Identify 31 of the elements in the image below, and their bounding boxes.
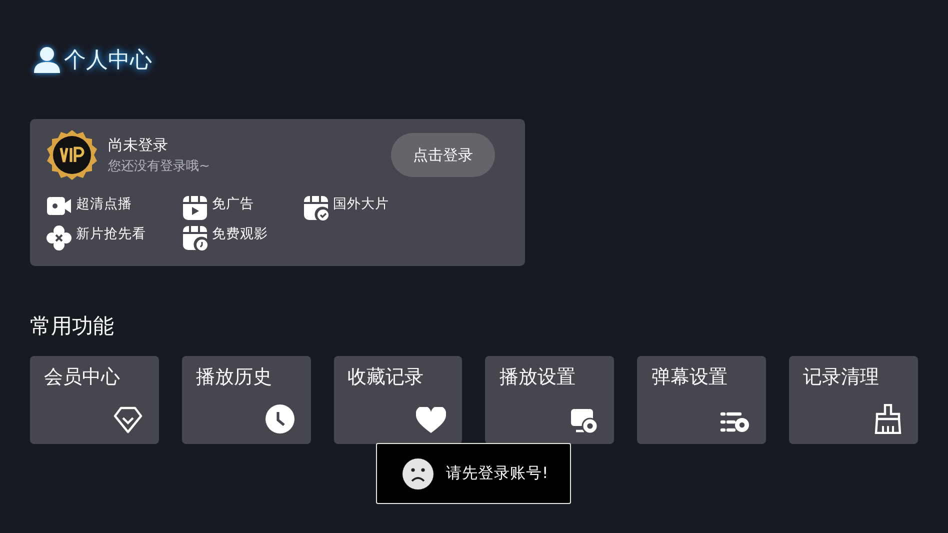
section-title: 常用功能	[30, 313, 115, 340]
perk-label: 新片抢先看	[76, 225, 146, 243]
feature-tile[interactable]: 会员中心	[30, 356, 159, 444]
perk-label: 免费观影	[212, 225, 268, 243]
feature-tile[interactable]: 收藏记录	[334, 356, 462, 444]
calendar-check-icon	[303, 195, 329, 221]
feature-tile[interactable]: 弹幕设置	[637, 356, 766, 444]
flower-icon	[46, 225, 72, 251]
perk-label: 超清点播	[76, 195, 132, 213]
login-hint: 您还没有登录哦~	[108, 158, 211, 174]
calendar-clock-icon	[182, 225, 208, 251]
vip-badge-icon	[46, 129, 98, 181]
calendar-play-icon	[182, 195, 208, 221]
login-button[interactable]: 点击登录	[391, 133, 495, 177]
sad-face-icon	[402, 458, 434, 490]
feature-tile[interactable]: 播放设置	[485, 356, 614, 444]
clock-icon	[264, 404, 295, 434]
user-name: 尚未登录	[108, 136, 169, 154]
perk-label: 国外大片	[333, 195, 389, 213]
user-icon	[33, 46, 61, 74]
diamond-icon	[112, 406, 143, 434]
feature-tile[interactable]: 记录清理	[789, 356, 918, 444]
broom-icon	[874, 404, 902, 434]
feature-tile[interactable]: 播放历史	[182, 356, 311, 444]
heart-icon	[416, 407, 446, 434]
monitor-gear-icon	[570, 408, 598, 434]
perk-label: 免广告	[212, 195, 254, 213]
page-title: 个人中心	[64, 47, 152, 75]
list-gear-icon	[720, 410, 750, 434]
video-camera-icon	[46, 195, 72, 217]
toast-message: 请先登录账号!	[446, 463, 548, 484]
